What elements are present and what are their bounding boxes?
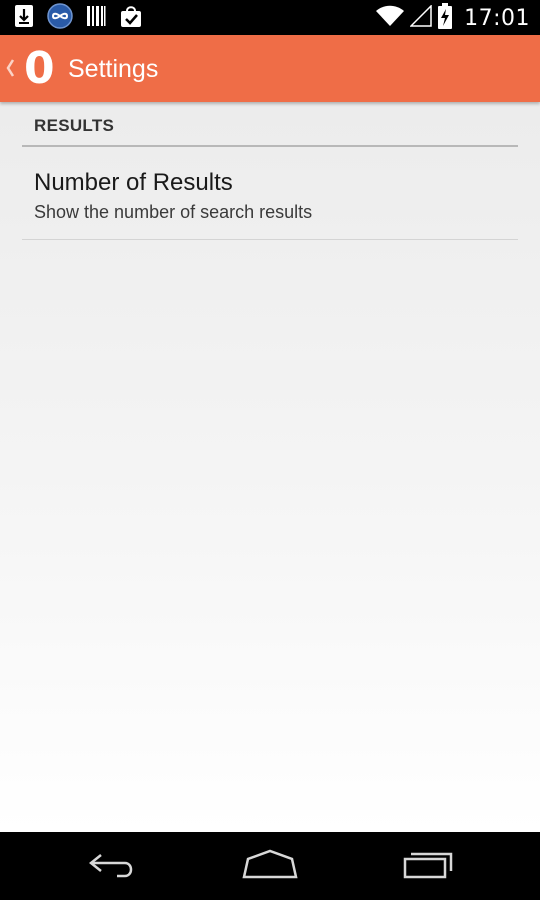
back-icon (87, 849, 137, 883)
battery-charging-icon (438, 3, 453, 33)
home-button[interactable] (220, 832, 320, 900)
category-header: RESULTS (34, 116, 115, 135)
preference-divider (22, 239, 518, 240)
preference-title: Number of Results (34, 169, 233, 196)
barcode-icon (86, 4, 106, 32)
download-icon (14, 4, 34, 32)
up-navigation-button[interactable]: 0 (0, 35, 62, 102)
system-icons: 17:01 (376, 3, 530, 33)
back-button[interactable] (62, 832, 162, 900)
status-bar: 17:01 (0, 0, 540, 35)
action-bar: 0 Settings (0, 35, 540, 102)
signal-icon (409, 4, 432, 31)
preference-summary: Show the number of search results (34, 202, 313, 222)
notification-icons (14, 3, 143, 33)
home-icon (242, 849, 298, 883)
page-title: Settings (68, 55, 159, 83)
settings-content: RESULTS Number of Results Show the numbe… (0, 102, 540, 832)
app-logo: 0 (24, 43, 55, 94)
shopping-bag-check-icon (119, 4, 143, 32)
recent-apps-icon (402, 849, 454, 883)
status-time: 17:01 (464, 5, 530, 31)
navigation-bar (0, 832, 540, 900)
infinity-icon (47, 3, 73, 33)
chevron-left-icon (5, 57, 15, 83)
recent-apps-button[interactable] (378, 832, 478, 900)
wifi-icon (376, 5, 405, 31)
preference-number-of-results[interactable]: Number of Results Show the number of sea… (22, 147, 518, 239)
